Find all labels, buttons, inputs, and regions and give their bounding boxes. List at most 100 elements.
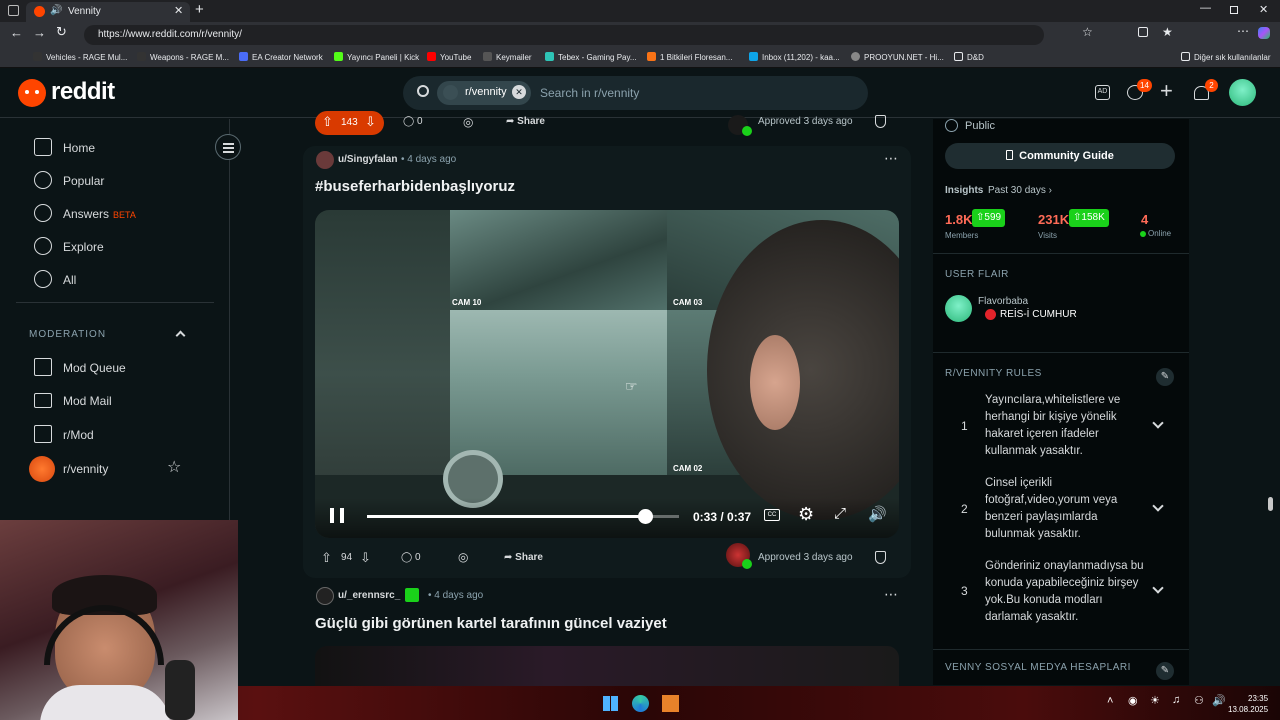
- subreddit-search-chip[interactable]: r/vennity ✕: [437, 81, 531, 105]
- reddit-wordmark[interactable]: reddit: [51, 78, 115, 106]
- home-icon: [34, 138, 52, 156]
- browser-tab[interactable]: 🔊 Vennity ✕: [26, 2, 190, 22]
- author-avatar[interactable]: [316, 151, 334, 169]
- minimize-icon[interactable]: —: [1200, 2, 1211, 14]
- author-avatar[interactable]: [316, 587, 334, 605]
- user-avatar[interactable]: [1229, 79, 1256, 106]
- other-bookmarks[interactable]: Diğer sık kullanılanlar: [1181, 52, 1270, 62]
- bookmark-item[interactable]: PROOYUN.NET - Hi...: [851, 52, 944, 62]
- bookmark-item[interactable]: EA Creator Network: [239, 52, 323, 62]
- chip-close-icon[interactable]: ✕: [512, 85, 526, 99]
- captions-icon[interactable]: CC: [764, 509, 780, 521]
- start-windows-icon[interactable]: [603, 696, 618, 711]
- share-button[interactable]: ➦ Share: [504, 552, 543, 563]
- edge-browser-icon[interactable]: [632, 695, 649, 712]
- nav-r-vennity[interactable]: r/vennity ☆: [29, 456, 189, 482]
- page-scrollbar[interactable]: [1268, 497, 1273, 511]
- mod-shield-button[interactable]: [875, 551, 886, 564]
- divider: [933, 352, 1189, 353]
- new-tab-icon[interactable]: +: [195, 1, 204, 18]
- edit-social-icon[interactable]: ✎: [1156, 662, 1174, 680]
- video-progress-bar[interactable]: [367, 509, 679, 524]
- chevron-down-icon[interactable]: [1152, 500, 1164, 512]
- award-button[interactable]: ◎: [463, 115, 473, 129]
- tray-chevron-icon[interactable]: ˄: [1107, 695, 1113, 707]
- url-field[interactable]: https://www.reddit.com/r/vennity/: [84, 25, 1044, 45]
- collapse-nav-button[interactable]: [215, 134, 241, 160]
- moderation-section-toggle[interactable]: MODERATION: [29, 329, 189, 343]
- share-button[interactable]: ➦ Share: [506, 116, 545, 127]
- bookmark-item[interactable]: Weapons - RAGE M...: [137, 52, 229, 62]
- comments-button[interactable]: ◯ 0: [403, 116, 423, 127]
- chevron-down-icon[interactable]: [1152, 582, 1164, 594]
- post-title[interactable]: #buseferharbidenbaşlıyoruz: [315, 178, 515, 195]
- downvote-icon[interactable]: ⇩: [365, 114, 376, 130]
- rule-item[interactable]: 2 Cinsel içerikli fotoğraf,video,yorum v…: [933, 473, 1189, 555]
- tray-icon[interactable]: ☀: [1150, 694, 1160, 707]
- bookmark-item[interactable]: YouTube: [427, 52, 471, 62]
- search-bar[interactable]: r/vennity ✕ Search in r/vennity: [403, 76, 868, 110]
- copilot-icon[interactable]: [1258, 27, 1270, 39]
- headset-icon[interactable]: ◉: [1128, 694, 1138, 707]
- comments-button[interactable]: ◯ 0: [401, 552, 421, 563]
- bookmark-item[interactable]: Tebex - Gaming Pay...: [545, 52, 637, 62]
- mod-shield-button[interactable]: [875, 115, 886, 128]
- speaker-icon[interactable]: 🔊: [1212, 694, 1226, 707]
- advertise-icon[interactable]: AD: [1095, 85, 1110, 100]
- downvote-button[interactable]: ⇩: [360, 550, 371, 566]
- post-options-icon[interactable]: ⋯: [884, 586, 898, 603]
- create-post-icon[interactable]: +: [1160, 80, 1173, 102]
- insights-period-link[interactable]: Past 30 days ›: [988, 185, 1052, 196]
- refresh-icon[interactable]: ↻: [56, 24, 67, 40]
- bookmark-item[interactable]: 1 Bitkileri Floresan...: [647, 52, 732, 62]
- forward-icon[interactable]: →: [33, 25, 46, 40]
- pause-icon[interactable]: [330, 508, 344, 523]
- back-icon[interactable]: ←: [10, 25, 23, 40]
- bookmark-item[interactable]: Vehicles - RAGE Mul...: [33, 52, 127, 62]
- post-author[interactable]: u/Singyfalan: [338, 154, 397, 165]
- favorites-icon[interactable]: ★: [1162, 25, 1173, 39]
- restore-icon[interactable]: [1230, 6, 1238, 14]
- app-taskbar-icon[interactable]: [662, 695, 679, 712]
- post-title[interactable]: Güçlü gibi görünen kartel tarafının günc…: [315, 615, 667, 632]
- volume-icon[interactable]: 🔊: [868, 505, 887, 523]
- fullscreen-icon[interactable]: ⤢: [834, 505, 846, 522]
- search-input[interactable]: Search in r/vennity: [540, 86, 639, 100]
- chevron-down-icon[interactable]: [1152, 417, 1164, 429]
- visits-count: 231K: [1038, 212, 1070, 227]
- more-icon[interactable]: ⋯: [1237, 24, 1249, 38]
- rule-item[interactable]: 1 Yayıncılara,whitelistlere ve herhangi …: [933, 389, 1189, 471]
- video-scrubber-handle[interactable]: [637, 509, 653, 524]
- bookmark-item[interactable]: Yayıncı Paneli | Kick: [334, 52, 419, 62]
- award-button[interactable]: ◎: [458, 550, 468, 564]
- upvote-icon[interactable]: ⇧: [322, 114, 333, 130]
- sidebar-toggle-icon[interactable]: [8, 5, 19, 16]
- extensions-icon[interactable]: [1138, 27, 1148, 37]
- close-window-icon[interactable]: ✕: [1259, 3, 1268, 16]
- bookmark-folder[interactable]: D&D: [954, 52, 984, 62]
- clock-date[interactable]: 13.08.2025: [1228, 705, 1268, 714]
- reddit-logo-icon[interactable]: [18, 79, 46, 107]
- clock-time[interactable]: 23:35: [1248, 694, 1268, 703]
- community-guide-button[interactable]: Community Guide: [945, 143, 1175, 169]
- favorites-star-icon[interactable]: ☆: [1082, 25, 1093, 39]
- microphone-icon[interactable]: ♫: [1172, 694, 1180, 706]
- favorite-star-icon[interactable]: ☆: [167, 457, 181, 477]
- bookmark-item[interactable]: Keymailer: [483, 52, 532, 62]
- video-player[interactable]: CAM 10 CAM 03 CAM 02 ☞ 0:33 / 0:37 CC ⚙ …: [315, 210, 899, 538]
- video-post[interactable]: u/Singyfalan • 4 days ago ⋯ #buseferharb…: [303, 146, 911, 578]
- bookmark-item[interactable]: Inbox (11,202) - kaa...: [749, 52, 840, 62]
- post-options-icon[interactable]: ⋯: [884, 150, 898, 167]
- close-tab-icon[interactable]: ✕: [174, 4, 183, 17]
- rules-title: R/VENNITY RULES: [945, 368, 1042, 379]
- post-media[interactable]: [315, 646, 899, 686]
- upvote-button[interactable]: ⇧: [321, 550, 332, 566]
- next-post[interactable]: u/_erennsrc_ • 4 days ago ⋯ Güçlü gibi g…: [303, 580, 911, 686]
- audio-icon[interactable]: 🔊: [50, 5, 62, 16]
- settings-gear-icon[interactable]: ⚙: [798, 504, 814, 525]
- post-author[interactable]: u/_erennsrc_: [338, 590, 400, 601]
- flair-avatar[interactable]: [945, 295, 972, 322]
- rule-item[interactable]: 3 Gönderiniz onaylanmadıysa bu konuda ya…: [933, 557, 1189, 639]
- edit-rules-icon[interactable]: ✎: [1156, 368, 1174, 386]
- wifi-icon[interactable]: ⚇: [1194, 694, 1204, 707]
